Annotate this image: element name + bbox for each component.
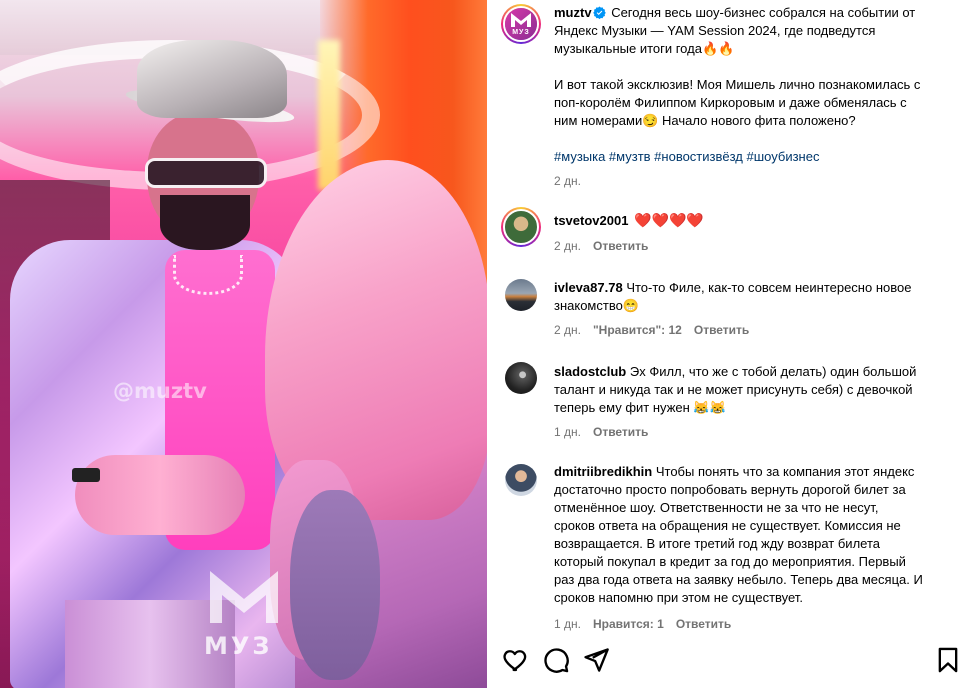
post-details: МУЗ muztv Сегодня весь шоу-бизнес собрал… [487, 0, 962, 688]
muz-logo-icon [511, 13, 531, 27]
comment: ivleva87.78 Что-то Филе, как-то совсем н… [554, 279, 959, 315]
comment-time: 2 дн. [554, 323, 581, 337]
comment: dmitriibredikhin Чтобы понять что за ком… [554, 463, 959, 607]
comment-username[interactable]: sladostclub [554, 364, 626, 379]
comment-likes[interactable]: Нравится: 1 [593, 617, 664, 631]
reply-button[interactable]: Ответить [694, 323, 749, 337]
logo-label: МУЗ [512, 29, 530, 36]
hands [75, 455, 245, 535]
comment-time: 1 дн. [554, 425, 581, 439]
comment-time: 1 дн. [554, 617, 581, 631]
comment-text: достаточно просто попробовать вернуть до… [554, 482, 906, 497]
phone [72, 468, 100, 482]
bookmark-icon[interactable] [934, 646, 962, 674]
comment: sladostclub Эх Филл, что же с тобой дела… [554, 363, 959, 417]
caption-line: поп-королём Филиппом Киркоровым и даже о… [554, 95, 907, 110]
heart-icon[interactable] [502, 646, 530, 674]
post-actions [502, 646, 962, 676]
comment-text: знакомство😁 [554, 298, 640, 313]
comment-likes[interactable]: "Нравится": 12 [593, 323, 682, 337]
post-hashtags[interactable]: #музыка #музтв #новостизвёзд #шоубизнес [554, 148, 959, 166]
comment-text: Эх Филл, что же с тобой делать) один бол… [629, 364, 917, 379]
comment-username[interactable]: ivleva87.78 [554, 280, 623, 295]
post-media[interactable]: @muztv МУЗ [0, 0, 487, 688]
verified-badge-icon [592, 6, 606, 19]
caption-line: музыкальные итоги года🔥🔥 [554, 41, 735, 56]
reply-button[interactable]: Ответить [593, 425, 648, 439]
comment-text: отменённое шоу. Ответственности не за чт… [554, 500, 879, 515]
comment-meta: 2 дн. "Нравится": 12 Ответить [554, 323, 749, 337]
comment-avatar[interactable] [501, 207, 541, 247]
share-icon[interactable] [582, 646, 610, 674]
comment-text: теперь ему фит нужен 😹😹 [554, 400, 726, 415]
comment-username[interactable]: dmitriibredikhin [554, 464, 652, 479]
comment-text: раз два года ответа на заявку небыло. Те… [554, 572, 923, 587]
comment-time: 2 дн. [554, 239, 581, 253]
comment-avatar[interactable] [505, 362, 537, 394]
comment-meta: 1 дн. Нравится: 1 Ответить [554, 617, 731, 631]
post-time: 2 дн. [554, 174, 581, 188]
comment-text: Что-то Филе, как-то совсем неинтересно н… [626, 280, 912, 295]
comment-text: сроков напомню при этом не существует. [554, 590, 803, 605]
muz-logo-icon [210, 571, 278, 623]
post-caption: muztv Сегодня весь шоу-бизнес собрался н… [554, 4, 959, 166]
comment: tsvetov2001 ❤️❤️❤️❤️ [554, 211, 959, 230]
comment-text: ❤️❤️❤️❤️ [634, 212, 704, 228]
comment-meta: 1 дн. Ответить [554, 425, 648, 439]
comment-text: сроков ответа на обращения не существует… [554, 518, 901, 533]
comment-text: который покупал в кредит за год до мероп… [554, 554, 906, 569]
caption-line: Яндекс Музыки — YAM Session 2024, где по… [554, 23, 876, 38]
caption-line: Сегодня весь шоу-бизнес собрался на собы… [611, 5, 916, 20]
reply-button[interactable]: Ответить [593, 239, 648, 253]
author-username[interactable]: muztv [554, 5, 592, 20]
caption-line: И вот такой эксклюзив! Моя Мишель лично … [554, 77, 921, 92]
media-logo-text: МУЗ [204, 632, 273, 660]
comment-meta: 2 дн. Ответить [554, 239, 648, 253]
comment-icon[interactable] [542, 646, 570, 674]
comment-avatar[interactable] [505, 279, 537, 311]
author-avatar[interactable]: МУЗ [501, 4, 541, 44]
media-watermark: @muztv [113, 379, 207, 403]
comment-username[interactable]: tsvetov2001 [554, 213, 628, 228]
comment-avatar[interactable] [505, 464, 537, 496]
comment-text: талант и никуда так и не может присунуть… [554, 382, 913, 397]
caption-line: ним номерами😏 Начало нового фита положен… [554, 113, 856, 128]
comment-text: Чтобы понять что за компания этот яндекс [655, 464, 915, 479]
reply-button[interactable]: Ответить [676, 617, 731, 631]
comment-text: возвращается. В итоге третий год жду воз… [554, 536, 880, 551]
